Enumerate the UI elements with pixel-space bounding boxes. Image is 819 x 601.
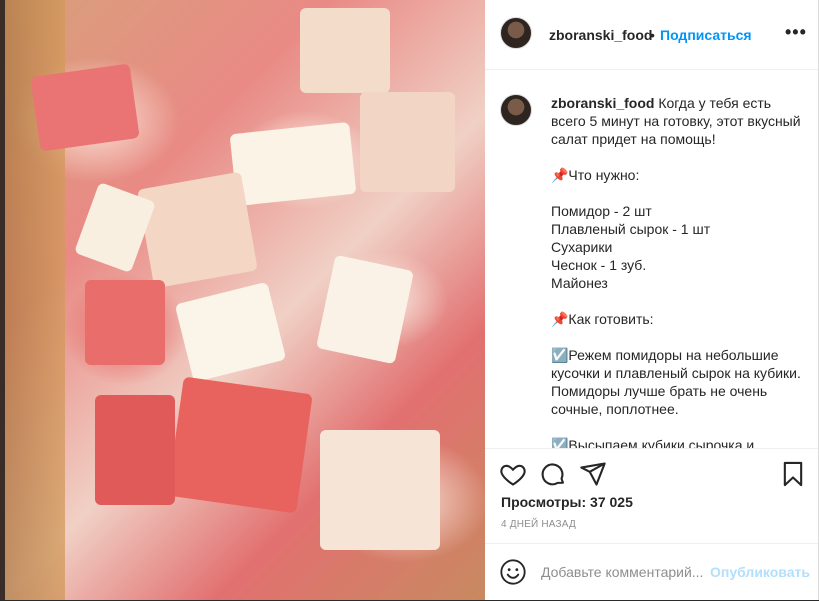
- caption: zboranski_food Когда у тебя есть всего 5…: [551, 94, 801, 448]
- caption-username[interactable]: zboranski_food: [551, 95, 654, 111]
- post-header: zboranski_food • Подписаться •••: [485, 0, 819, 70]
- publish-button[interactable]: Опубликовать: [710, 564, 810, 580]
- post-sidebar: zboranski_food • Подписаться ••• zborans…: [485, 0, 819, 600]
- separator-dot: •: [650, 27, 655, 43]
- caption-text: Когда у тебя есть всего 5 минут на готов…: [551, 95, 801, 448]
- avatar[interactable]: [500, 17, 532, 49]
- emoji-icon[interactable]: [499, 558, 527, 586]
- cheese-cube: [174, 281, 287, 383]
- crouton: [360, 92, 455, 192]
- crouton: [137, 171, 258, 289]
- author-username[interactable]: zboranski_food: [549, 27, 652, 43]
- tomato-piece: [30, 63, 140, 152]
- action-bar: [485, 448, 819, 487]
- views-count[interactable]: Просмотры: 37 025: [501, 494, 633, 510]
- post-image[interactable]: [5, 0, 485, 600]
- instagram-post-view: zboranski_food • Подписаться ••• zborans…: [0, 0, 819, 600]
- crouton: [300, 8, 390, 93]
- cheese-cube: [315, 254, 415, 365]
- crouton: [320, 430, 440, 550]
- tomato-piece: [85, 280, 165, 365]
- follow-button[interactable]: Подписаться: [660, 27, 752, 43]
- comment-bar: Добавьте комментарий... Опубликовать: [485, 543, 819, 601]
- cheese-cube: [229, 121, 357, 207]
- avatar[interactable]: [500, 94, 532, 126]
- tomato-piece: [95, 395, 175, 505]
- bookmark-icon[interactable]: [779, 460, 807, 488]
- share-icon[interactable]: [579, 460, 607, 488]
- post-timestamp[interactable]: 4 ДНЕЙ НАЗАД: [501, 519, 576, 530]
- comment-icon[interactable]: [539, 460, 567, 488]
- caption-section: zboranski_food Когда у тебя есть всего 5…: [485, 70, 819, 448]
- more-options-icon[interactable]: •••: [785, 22, 807, 43]
- heart-icon[interactable]: [499, 460, 527, 488]
- tomato-piece: [167, 376, 313, 514]
- comment-input[interactable]: Добавьте комментарий...: [541, 564, 711, 580]
